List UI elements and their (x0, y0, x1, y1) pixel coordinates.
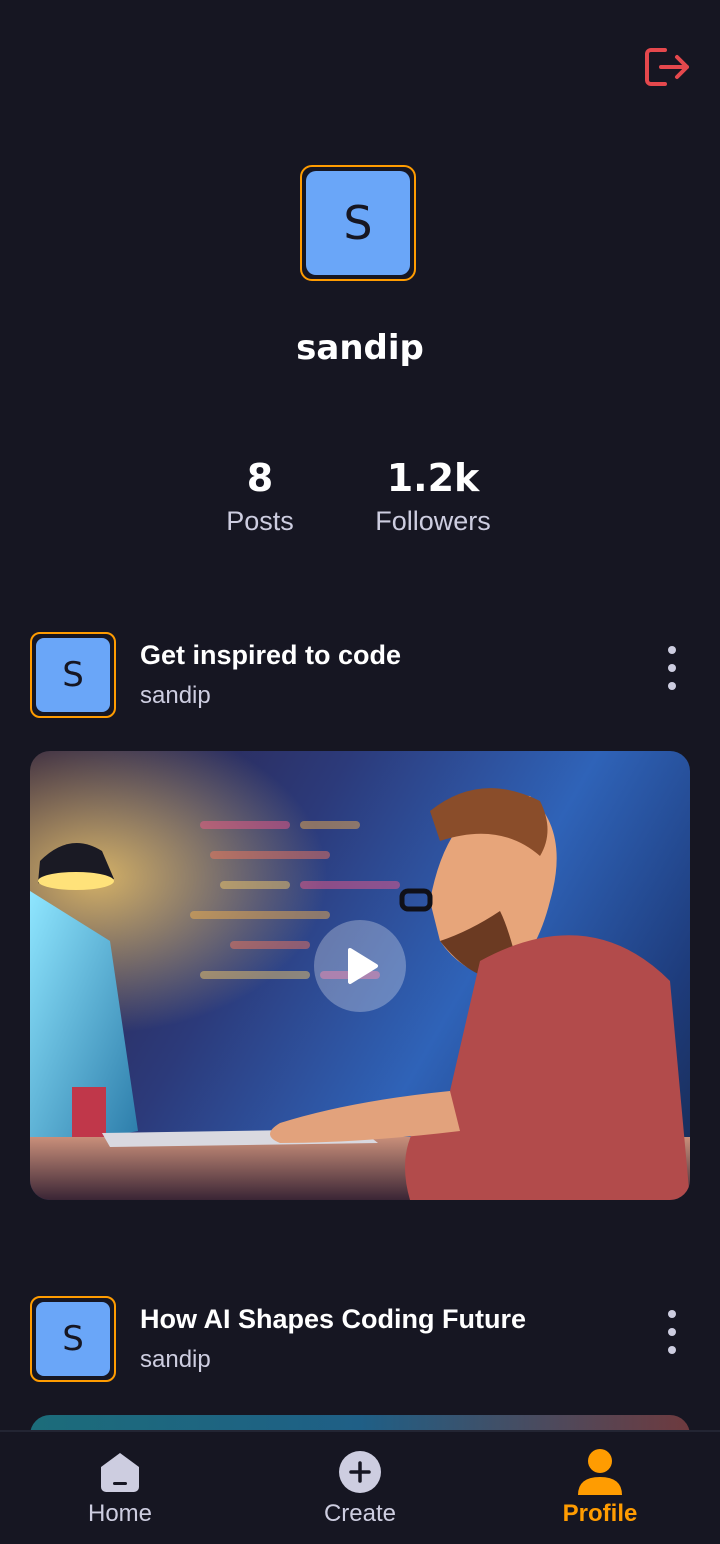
dot-icon (668, 664, 676, 672)
tab-profile[interactable]: Profile (520, 1446, 680, 1528)
tab-home[interactable]: Home (40, 1446, 200, 1528)
stat-posts: 8 Posts (200, 455, 320, 541)
posts-label: Posts (226, 506, 294, 536)
posts-count: 8 (246, 456, 274, 500)
post-author: sandip (140, 682, 211, 709)
tab-home-label: Home (87, 1500, 153, 1527)
post-author: sandip (140, 1346, 211, 1373)
post-header: S Get inspired to code sandip (30, 632, 690, 720)
tab-profile-label: Profile (562, 1500, 638, 1527)
dot-icon (668, 1346, 676, 1354)
logout-icon (645, 48, 689, 86)
post-avatar: S (30, 1296, 116, 1382)
post-avatar-initial: S (36, 1302, 110, 1376)
home-icon (101, 1453, 139, 1492)
video-thumbnail[interactable] (30, 751, 690, 1200)
profile-username: sandip (296, 328, 424, 368)
play-icon (348, 948, 378, 984)
bottom-tab-bar: Home Create Profile (0, 1430, 720, 1544)
tab-create-label: Create (323, 1500, 397, 1527)
followers-count: 1.2k (386, 456, 480, 500)
followers-label: Followers (375, 506, 491, 536)
post-avatar-initial: S (36, 638, 110, 712)
post-header: S How AI Shapes Coding Future sandip (30, 1296, 690, 1384)
post-title: How AI Shapes Coding Future (140, 1304, 527, 1334)
post-title: Get inspired to code (140, 640, 402, 670)
tab-create[interactable]: Create (280, 1446, 440, 1528)
profile-avatar-initial: S (306, 171, 410, 275)
dot-icon (668, 1310, 676, 1318)
play-button[interactable] (314, 920, 406, 1012)
dot-icon (668, 1328, 676, 1336)
post-menu-button[interactable] (662, 646, 682, 690)
plus-circle-icon (339, 1451, 381, 1493)
dot-icon (668, 682, 676, 690)
logout-button[interactable] (643, 44, 691, 90)
stat-followers: 1.2k Followers (353, 455, 513, 541)
dot-icon (668, 646, 676, 654)
post-menu-button[interactable] (662, 1310, 682, 1354)
post-avatar: S (30, 632, 116, 718)
profile-avatar: S (300, 165, 416, 281)
user-icon (578, 1449, 622, 1495)
